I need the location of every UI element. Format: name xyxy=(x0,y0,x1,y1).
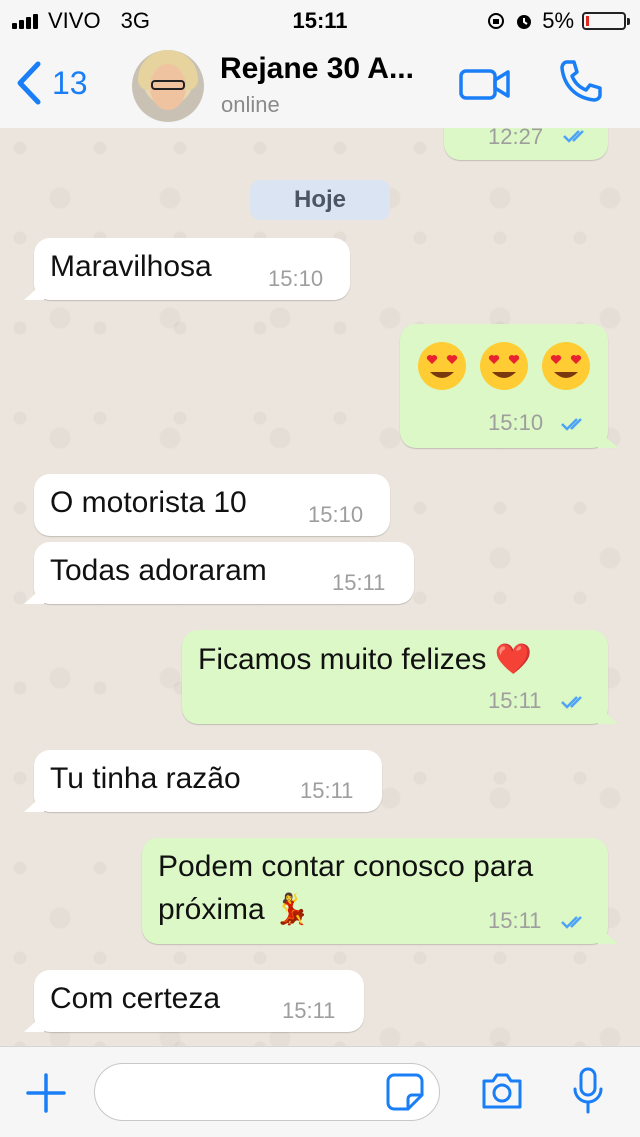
message-text: Ficamos muito felizes ❤️ xyxy=(198,643,533,676)
status-bar: VIVO 3G 15:11 5% xyxy=(0,0,640,40)
sticker-icon[interactable] xyxy=(386,1073,424,1111)
phone-icon[interactable] xyxy=(558,58,604,104)
double-check-icon xyxy=(561,696,582,709)
message-text: Com certeza xyxy=(50,982,221,1015)
rotation-lock-icon xyxy=(488,13,505,29)
avatar[interactable] xyxy=(132,50,204,122)
message-time: 15:10 xyxy=(268,266,324,291)
back-chevron-icon xyxy=(17,61,41,105)
plus-icon[interactable] xyxy=(26,1073,66,1113)
message-text: O motorista 10 xyxy=(50,486,247,519)
contact-name[interactable]: Rejane 30 A... xyxy=(220,52,414,86)
message-time: 15:11 xyxy=(488,908,542,933)
unread-count: 13 xyxy=(52,64,88,101)
chat-area[interactable]: 12:27 Hoje Maravilhosa 15:10 15:10 O mot… xyxy=(0,128,640,1046)
heart-eyes-emoji-icon xyxy=(480,342,528,390)
double-check-icon xyxy=(561,418,582,431)
battery-percent: 5% xyxy=(542,8,574,33)
status-right: 5% xyxy=(486,8,630,34)
message-bubble-outgoing[interactable]: Podem contar conosco para próxima 💃 15:1… xyxy=(142,838,608,944)
message-text: Tu tinha razão xyxy=(50,762,241,795)
message-time: 12:27 xyxy=(488,128,544,149)
alarm-icon xyxy=(517,15,532,29)
microphone-icon[interactable] xyxy=(572,1067,604,1115)
date-separator: Hoje xyxy=(250,180,390,220)
message-bubble-outgoing[interactable]: 15:10 xyxy=(400,324,608,448)
heart-eyes-emoji-icon xyxy=(418,342,466,390)
message-text: Todas adoraram xyxy=(50,554,267,587)
message-time: 15:10 xyxy=(308,502,364,527)
message-time: 15:11 xyxy=(332,570,386,595)
message-text: Maravilhosa xyxy=(50,250,212,283)
message-bubble-incoming[interactable]: Todas adoraram 15:11 xyxy=(34,542,414,604)
message-bubble-incoming[interactable]: O motorista 10 15:10 xyxy=(34,474,390,536)
contact-status: online xyxy=(221,92,280,117)
message-bubble-incoming[interactable]: Tu tinha razão 15:11 xyxy=(34,750,382,812)
message-bubble-incoming[interactable]: Maravilhosa 15:10 xyxy=(34,238,350,300)
emoji-content xyxy=(416,340,592,392)
video-camera-icon[interactable] xyxy=(458,64,512,104)
message-time: 15:11 xyxy=(488,688,542,713)
double-check-icon xyxy=(561,916,582,929)
message-time: 15:11 xyxy=(282,998,336,1023)
double-check-icon xyxy=(563,130,584,143)
message-text-line2: próxima 💃 xyxy=(158,893,311,926)
message-time: 15:11 xyxy=(300,778,354,803)
message-bubble-outgoing[interactable]: Ficamos muito felizes ❤️ 15:11 xyxy=(182,630,608,724)
back-button[interactable]: 13 xyxy=(14,60,88,106)
heart-eyes-emoji-icon xyxy=(542,342,590,390)
message-text-line1: Podem contar conosco para xyxy=(158,850,534,883)
message-time: 15:10 xyxy=(488,410,544,435)
camera-icon[interactable] xyxy=(480,1071,524,1111)
battery-icon xyxy=(582,12,630,30)
message-bubble-previous[interactable]: 12:27 xyxy=(444,128,608,160)
chat-header: 13 Rejane 30 A... online xyxy=(0,40,640,129)
message-bubble-incoming[interactable]: Com certeza 15:11 xyxy=(34,970,364,1032)
input-bar xyxy=(0,1046,640,1137)
